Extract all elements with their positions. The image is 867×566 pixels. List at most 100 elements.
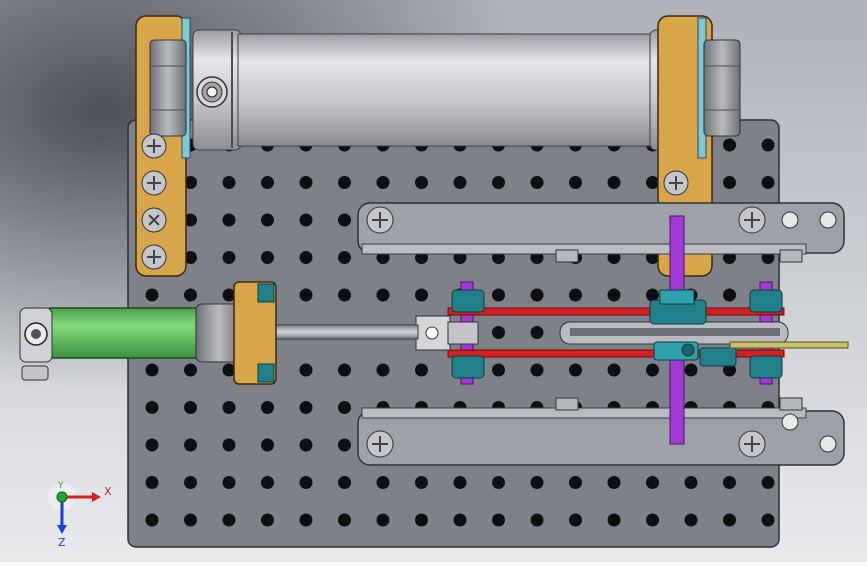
plate-hole (338, 363, 351, 377)
air-port-fitting-left (196, 76, 228, 108)
plate-hole (607, 476, 621, 489)
plate-hole (338, 438, 351, 452)
plate-hole (261, 213, 274, 227)
screw-icon (738, 206, 766, 234)
main-cylinder-barrel (237, 33, 655, 147)
plate-hole (338, 251, 351, 264)
plate-hole (261, 176, 274, 189)
screw-icon (141, 170, 167, 196)
screw-icon (141, 244, 167, 270)
plate-hole (222, 476, 236, 489)
plate-hole (184, 363, 197, 377)
plate-hole (530, 176, 544, 189)
plate-hole (530, 476, 544, 489)
plate-hole (376, 513, 390, 527)
plate-hole (184, 476, 197, 489)
plate-hole (184, 438, 197, 452)
green-cylinder-barrel (49, 307, 201, 359)
screw-icon (738, 430, 766, 458)
plate-hole (376, 176, 390, 189)
plate-hole (299, 213, 313, 227)
plate-hole (492, 513, 505, 527)
steel-link-bar-top[interactable] (357, 202, 845, 263)
hex-nut-left (149, 39, 187, 137)
plate-hole (261, 476, 274, 489)
steel-link-bar-bottom[interactable] (357, 397, 845, 466)
plate-hole (299, 288, 313, 302)
cad-viewport[interactable]: X Y Z (0, 0, 867, 562)
screw-icon (141, 133, 167, 159)
screw-icon (366, 206, 394, 234)
plate-hole (299, 251, 313, 264)
plate-hole (646, 513, 659, 527)
plate-hole (607, 363, 621, 377)
plate-hole (145, 513, 159, 527)
plate-hole (261, 513, 274, 527)
plate-hole (222, 251, 236, 264)
plate-hole (145, 288, 159, 302)
plate-hole (299, 438, 313, 452)
screw-icon (141, 207, 167, 233)
plate-hole (338, 213, 351, 227)
plate-hole (530, 326, 544, 339)
plate-hole (569, 176, 582, 189)
plate-hole (222, 438, 236, 452)
plate-hole (415, 363, 428, 377)
plate-hole (646, 176, 659, 189)
plate-hole (145, 476, 159, 489)
plate-hole (684, 363, 698, 377)
plate-hole (376, 476, 390, 489)
plate-hole (453, 176, 467, 189)
plate-hole (607, 288, 621, 302)
plate-hole (184, 401, 197, 414)
plate-hole (415, 176, 428, 189)
plate-hole (761, 476, 775, 489)
plate-hole (723, 138, 736, 152)
plate-hole (261, 401, 274, 414)
main-cylinder[interactable] (192, 29, 699, 151)
plate-hole (299, 476, 313, 489)
cad-model-view[interactable]: X Y Z (0, 0, 867, 562)
plate-hole (145, 438, 159, 452)
plate-hole (723, 176, 736, 189)
plate-hole (607, 176, 621, 189)
y-axis-label: Y (57, 481, 64, 491)
piston-rod (275, 324, 419, 340)
small-brass-mount (233, 281, 277, 385)
plate-hole (299, 363, 313, 377)
plate-hole (338, 176, 351, 189)
plate-hole (569, 363, 582, 377)
plate-hole (569, 476, 582, 489)
plate-hole (145, 401, 159, 414)
plate-hole (761, 138, 775, 152)
plate-hole (222, 176, 236, 189)
plate-hole (261, 251, 274, 264)
plate-hole (338, 401, 351, 414)
plate-hole (376, 288, 390, 302)
brass-bracket-left[interactable] (135, 15, 191, 277)
gripper-finger (729, 341, 849, 349)
plate-hole (684, 513, 698, 527)
plate-hole (261, 438, 274, 452)
plate-hole (338, 513, 351, 527)
plate-hole (569, 288, 582, 302)
hex-nut-right (703, 39, 741, 137)
plate-hole (299, 513, 313, 527)
plate-hole (299, 176, 313, 189)
plate-hole (723, 513, 736, 527)
red-rail-top (447, 307, 785, 316)
plate-hole (530, 363, 544, 377)
plate-hole (299, 401, 313, 414)
plate-hole (723, 288, 736, 302)
plate-hole (184, 513, 197, 527)
screw-icon (366, 430, 394, 458)
plate-hole (453, 476, 467, 489)
plate-hole (761, 513, 775, 527)
plate-hole (569, 513, 582, 527)
plate-hole (607, 513, 621, 527)
plate-hole (492, 363, 505, 377)
plate-hole (415, 288, 428, 302)
plate-hole (646, 476, 659, 489)
plate-hole (492, 176, 505, 189)
y-axis-dot (56, 491, 68, 503)
